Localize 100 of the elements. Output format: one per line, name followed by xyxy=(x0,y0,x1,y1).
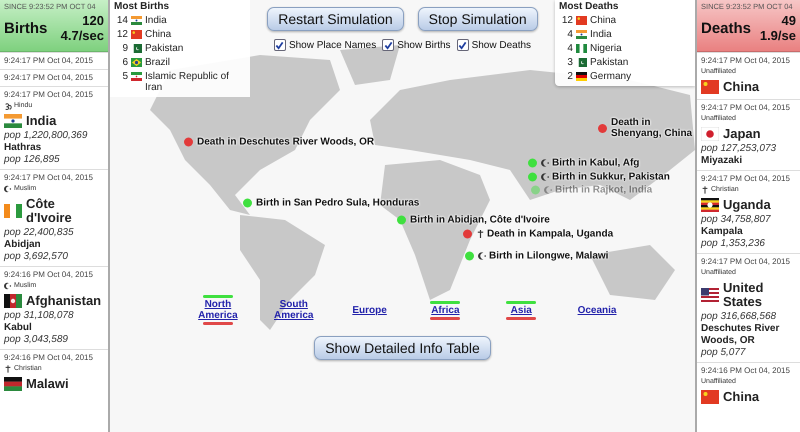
flag-icon xyxy=(131,72,142,81)
crescent-icon xyxy=(541,172,550,182)
list-title: Most Births xyxy=(114,1,170,12)
crescent-icon xyxy=(4,282,12,290)
population-text: pop 316,668,568 xyxy=(701,311,778,323)
continent-link[interactable]: South America xyxy=(264,299,323,321)
count-text: 2 xyxy=(566,71,573,82)
simulation-button[interactable]: Restart Simulation xyxy=(267,7,404,31)
checkbox-label[interactable]: Show Deaths xyxy=(472,40,532,50)
flag-icon xyxy=(701,288,719,302)
city-name: Deschutes River Woods, OR xyxy=(701,323,780,347)
population-text: pop 3,043,589 xyxy=(4,334,69,346)
total-count: 120 xyxy=(82,13,104,28)
cross-icon xyxy=(701,186,709,194)
place-label: Birth in Kabul, Afg xyxy=(552,158,640,168)
place-label: Birth in Sukkur, Pakistan xyxy=(552,172,670,182)
city-name: Kampala xyxy=(701,226,744,238)
crescent-icon xyxy=(4,184,12,192)
rate-text: 4.7/sec xyxy=(60,28,104,43)
checkbox[interactable] xyxy=(456,39,469,51)
population-text: pop 22,400,835 xyxy=(4,227,75,239)
country-name: Uganda xyxy=(723,198,771,212)
flag-icon xyxy=(576,58,587,67)
timestamp: 9:24:16 PM Oct 04, 2015 xyxy=(4,269,94,280)
continent-link[interactable]: Africa xyxy=(431,304,460,316)
city-name: Miyazaki xyxy=(701,155,744,167)
country-name: United States xyxy=(723,281,764,309)
panel-title: Deaths xyxy=(701,20,752,36)
flag-icon xyxy=(701,390,719,404)
count-text: 12 xyxy=(560,15,573,26)
continent-link[interactable]: North America xyxy=(188,299,247,321)
flag-icon xyxy=(131,58,142,67)
timestamp: 9:24:17 PM Oct 04, 2015 xyxy=(701,55,791,66)
country-name: China xyxy=(723,80,760,94)
country-name: Islamic Republic of Iran xyxy=(145,71,230,93)
country-name: Pakistan xyxy=(590,57,628,68)
list-title: Most Deaths xyxy=(558,1,620,12)
city-name: Kabul xyxy=(4,322,33,334)
flag-icon xyxy=(4,114,22,128)
population-text: pop 34,758,807 xyxy=(701,214,772,226)
population-text: pop 1,353,236 xyxy=(701,238,766,250)
om-symbol-icon xyxy=(4,102,12,110)
timestamp: 9:24:17 PM Oct 04, 2015 xyxy=(4,55,94,66)
count-text: 6 xyxy=(121,57,128,68)
flag-icon xyxy=(701,127,719,141)
city-name: Abidjan xyxy=(4,239,42,251)
population-text: pop 3,692,570 xyxy=(4,251,69,263)
place-label: Birth in San Pedro Sula, Honduras xyxy=(256,198,420,208)
cross-icon xyxy=(4,364,12,372)
place-label: Death in Deschutes River Woods, OR xyxy=(197,136,374,148)
country-name: India xyxy=(26,114,56,128)
crescent-icon xyxy=(541,158,550,168)
flag-icon xyxy=(576,16,587,25)
country-name: Malawi xyxy=(26,377,69,391)
birth-marker xyxy=(243,198,252,208)
country-name: China xyxy=(145,29,172,40)
info-table-button[interactable]: Show Detailed Info Table xyxy=(314,336,491,360)
timestamp: 9:24:16 PM Oct 04, 2015 xyxy=(4,352,94,363)
continent-link[interactable]: Oceania xyxy=(578,304,616,316)
continent-link[interactable]: Asia xyxy=(510,304,532,316)
place-label: Death in Kampala, Uganda xyxy=(487,228,614,240)
place-label: Birth in Lilongwe, Malawi xyxy=(489,250,608,262)
flag-icon xyxy=(701,198,719,212)
birth-marker xyxy=(531,186,540,194)
timestamp: 9:24:17 PM Oct 04, 2015 xyxy=(701,102,791,113)
checkbox[interactable] xyxy=(382,39,394,51)
continent-link[interactable]: Europe xyxy=(352,304,387,316)
crescent-icon xyxy=(544,186,553,194)
count-text: 3 xyxy=(566,57,573,68)
population-text: pop 126,895 xyxy=(4,154,61,166)
birth-marker xyxy=(465,252,474,260)
checkbox-label[interactable]: Show Births xyxy=(397,40,451,50)
population-text: pop 5,077 xyxy=(701,347,747,359)
rate-text: 1.9/se xyxy=(760,28,796,43)
population-text: pop 127,253,073 xyxy=(701,143,778,155)
flag-icon xyxy=(131,16,142,25)
simulation-button[interactable]: Stop Simulation xyxy=(418,7,538,31)
timestamp: 9:24:17 PM Oct 04, 2015 xyxy=(4,172,94,183)
checkbox-label[interactable]: Show Place Names xyxy=(288,40,376,50)
place-label: Birth in Rajkot, India xyxy=(555,184,652,196)
place-label: Birth in Abidjan, Côte d'Ivoire xyxy=(410,214,550,226)
crescent-icon xyxy=(478,252,487,260)
flag-icon xyxy=(131,44,142,53)
checkbox[interactable] xyxy=(274,39,286,51)
country-name: China xyxy=(590,15,616,26)
country-name: Brazil xyxy=(145,57,170,68)
count-text: 14 xyxy=(116,15,128,26)
country-name: Côte d'Ivoire xyxy=(26,197,73,225)
country-name: Germany xyxy=(590,71,632,82)
flag-icon xyxy=(4,377,22,391)
city-name: Hathras xyxy=(4,142,42,154)
country-name: India xyxy=(145,15,167,26)
flag-icon xyxy=(576,44,587,53)
cross-icon xyxy=(476,230,485,238)
flag-icon xyxy=(4,294,22,308)
count-text: 12 xyxy=(116,29,128,40)
panel-title: Births xyxy=(4,20,48,36)
flag-icon xyxy=(131,30,142,39)
count-text: 4 xyxy=(566,43,573,54)
country-name: India xyxy=(590,29,612,40)
